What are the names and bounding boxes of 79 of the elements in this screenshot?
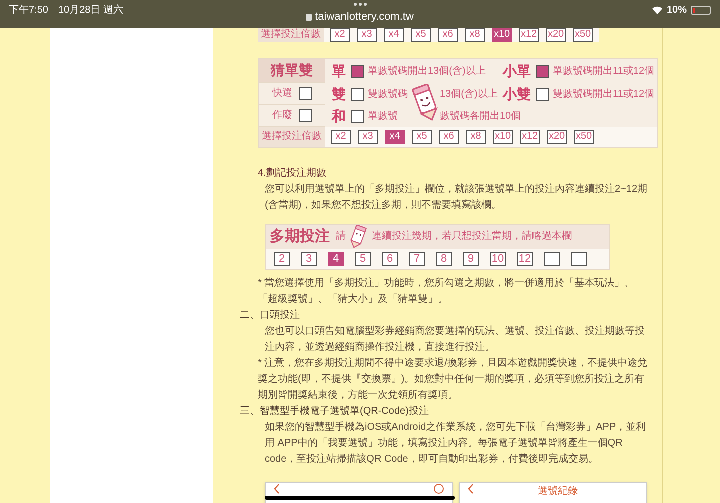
- section-heading: 三、智慧型手機電子選號單(QR-Code)投注: [240, 404, 430, 419]
- period-option[interactable]: 4: [328, 252, 344, 266]
- lock-icon: [306, 14, 312, 21]
- multiplier-option[interactable]: x3: [358, 130, 378, 144]
- checkbox[interactable]: [536, 88, 549, 100]
- multiplier-option[interactable]: x8: [465, 28, 485, 42]
- battery-percent: 10%: [666, 4, 687, 18]
- checkbox[interactable]: [536, 64, 549, 78]
- option-label: 快選: [272, 86, 292, 101]
- multiplier-label: 選擇投注倍數: [259, 127, 325, 147]
- period-option[interactable]: [544, 252, 560, 266]
- address-bar[interactable]: taiwanlottery.com.tw: [315, 9, 414, 26]
- period-option[interactable]: 2: [274, 252, 290, 266]
- period-option[interactable]: 10: [490, 252, 506, 266]
- option-description: 單數號碼開出11或12個: [553, 64, 655, 78]
- note-text: * 當您選擇使用「多期投注」功能時，您所勾選之期數，將一併適用於「基本玩法」、「超級獎號」、「猜大小」及「猜單雙」。: [257, 276, 636, 307]
- paragraph: 您可以利用選號單上的「多期投注」欄位，就該張選號單上的投注內容連續投注2~12期(含當期)，如果您不想投注多期，則不需要填寫該欄。: [264, 182, 649, 213]
- multiplier-option[interactable]: x4: [385, 130, 405, 144]
- multiplier-option[interactable]: x5: [412, 130, 432, 144]
- multiplier-option[interactable]: x6: [439, 130, 459, 144]
- option-description: 13個(含)以上: [440, 88, 498, 102]
- paragraph: 您也可以口頭告知電腦型彩券經銷商您要選擇的玩法、選號、投注倍數、投注期數等投注內容，並透過經銷商操作投注機，直接進行投注。: [264, 324, 646, 355]
- multiplier-option[interactable]: x6: [438, 28, 458, 42]
- paragraph: 如果您的智慧型手機為iOS或Android之作業系統，您可先下載「台灣彩券」APP，並利用 APP中的「我要選號」功能，填寫投注內容。每張電子選號單皆將產生一個QR code，至投注站掃描該QR Code，即可自動印出彩券，付費後即完成交易。: [264, 420, 648, 467]
- period-option[interactable]: 5: [355, 252, 371, 266]
- multiplier-option[interactable]: x12: [520, 130, 540, 144]
- checkbox[interactable]: [351, 64, 364, 78]
- multiplier-option[interactable]: x4: [384, 28, 404, 42]
- multiplier-option[interactable]: x2: [331, 130, 351, 144]
- pencil-mascot-icon: [412, 84, 440, 122]
- multiplier-option[interactable]: x50: [573, 28, 593, 42]
- wifi-icon: [652, 6, 663, 15]
- multiplier-option[interactable]: x2: [330, 28, 350, 42]
- option-label: 單: [331, 62, 347, 80]
- multiplier-option[interactable]: x12: [519, 28, 539, 42]
- period-option[interactable]: 8: [436, 252, 452, 266]
- note-text: * 注意，您在多期投注期間不得中途要求退/換彩券，且因本遊戲開獎快速，不提供中途兌獎之功能(即，不提供『交換票』)。如您對中任何一期的獎項，必須等到您所投注之所有期別皆開獎結束後，方能一次兌領所有獎項。: [257, 356, 648, 403]
- battery-icon: [691, 6, 711, 15]
- option-description: 單數號: [368, 110, 399, 124]
- status-date: 10月28日 週六: [58, 4, 124, 18]
- multiplier-option[interactable]: x20: [546, 28, 566, 42]
- option-description: 單數號碼開出13個(含)以上: [368, 64, 486, 78]
- period-option[interactable]: 7: [409, 252, 425, 266]
- ticket-title: 猜單雙: [271, 61, 313, 80]
- multiplier-option[interactable]: x10: [492, 28, 512, 42]
- back-chevron-icon[interactable]: [274, 484, 280, 494]
- checkbox[interactable]: [351, 88, 364, 100]
- multiplier-option[interactable]: x3: [357, 28, 377, 42]
- screen-title: 選號紀錄: [537, 484, 579, 499]
- multiplier-option[interactable]: x50: [574, 130, 594, 144]
- checkbox[interactable]: [298, 87, 312, 100]
- ticket-hint: 連續投注幾期，若只想投注當期，請略過本欄: [372, 230, 572, 244]
- period-option[interactable]: [571, 252, 587, 266]
- option-label: 和: [331, 106, 347, 126]
- more-dots-icon[interactable]: [354, 2, 366, 7]
- period-option[interactable]: 12: [517, 252, 533, 266]
- multiplier-label: 選擇投注倍數: [258, 28, 324, 42]
- subheading: 4.劃記投注期數: [257, 166, 328, 181]
- back-chevron-icon[interactable]: [468, 484, 474, 494]
- option-label: 作廢: [272, 108, 292, 123]
- option-description: 雙數號碼: [368, 88, 409, 102]
- option-label: 雙: [331, 84, 347, 104]
- multiplier-option[interactable]: x20: [547, 130, 567, 144]
- multiplier-option[interactable]: x8: [466, 130, 486, 144]
- ticket-hint: 請: [336, 230, 346, 244]
- section-heading: 二、口頭投注: [240, 308, 301, 323]
- status-time: 下午7:50: [9, 4, 48, 18]
- period-option[interactable]: 9: [463, 252, 479, 266]
- checkbox[interactable]: [351, 110, 364, 122]
- period-option[interactable]: 6: [382, 252, 398, 266]
- multiplier-option[interactable]: x5: [411, 28, 431, 42]
- option-label: 小雙: [502, 84, 532, 104]
- multiplier-option[interactable]: x10: [493, 130, 513, 144]
- period-option[interactable]: 3: [301, 252, 317, 266]
- checkbox[interactable]: [298, 109, 312, 122]
- option-description: 數號碼各開出10個: [440, 110, 522, 124]
- option-label: 小單: [502, 62, 532, 80]
- ticket-title: 多期投注: [270, 229, 330, 245]
- option-description: 雙數號碼開出11或12個: [553, 88, 655, 102]
